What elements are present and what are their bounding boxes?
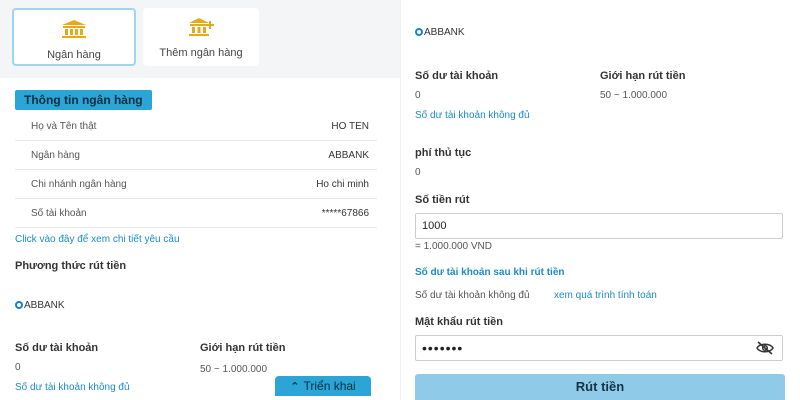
bank-radio-option[interactable]: ABBANK: [15, 300, 65, 311]
radio-selected-icon: [415, 28, 423, 36]
info-label: Số tài khoản: [31, 208, 87, 219]
tab-add-bank[interactable]: Thêm ngân hàng: [143, 8, 259, 66]
bank-info-list: Họ và Tên thật HO TEN Ngân hàng ABBANK C…: [15, 112, 377, 228]
fee-label: phí thủ tục: [415, 147, 472, 159]
right-limit-label: Giới hạn rút tiền: [600, 70, 686, 82]
fee-value: 0: [415, 167, 421, 178]
password-value: •••••••: [422, 340, 464, 356]
after-balance-link[interactable]: Số dư tài khoản sau khi rút tiền: [415, 267, 564, 278]
bank-tabs: Ngân hàng Thêm ngân hàng: [0, 0, 400, 78]
bank-icon: [62, 20, 86, 38]
info-label: Họ và Tên thật: [31, 121, 97, 132]
balance-value: 0: [15, 362, 21, 373]
tab-bank-label: Ngân hàng: [47, 49, 101, 61]
bank-info-button[interactable]: Thông tin ngân hàng: [15, 90, 152, 110]
eye-slash-icon[interactable]: [756, 341, 774, 355]
view-calculation-link[interactable]: xem quá trình tính toán: [554, 290, 657, 301]
info-label: Chi nhánh ngân hàng: [31, 179, 127, 190]
limit-value: 50 ~ 1.000.000: [200, 364, 268, 375]
right-bank-option-label: ABBANK: [424, 27, 465, 38]
add-bank-icon: [189, 18, 214, 36]
info-row-account-number: Số tài khoản *****67866: [15, 199, 377, 228]
info-label: Ngân hàng: [31, 150, 80, 161]
expand-label: Triển khai: [303, 379, 356, 393]
right-bank-radio-option[interactable]: ABBANK: [415, 27, 465, 38]
amount-label: Số tiền rút: [415, 194, 470, 206]
withdraw-method-heading: Phương thức rút tiền: [15, 260, 127, 272]
detail-request-link[interactable]: Click vào đây để xem chi tiết yêu cầu: [15, 234, 180, 245]
info-row-branch: Chi nhánh ngân hàng Ho chi minh: [15, 170, 377, 199]
password-input[interactable]: •••••••: [415, 335, 783, 361]
balance-label: Số dư tài khoản: [15, 342, 99, 354]
right-balance-label: Số dư tài khoản: [415, 70, 499, 82]
after-balance-text: Số dư tài khoản không đủ: [415, 290, 530, 301]
info-row-fullname: Họ và Tên thật HO TEN: [15, 112, 377, 141]
info-value: ABBANK: [328, 150, 369, 161]
info-value: Ho chi minh: [316, 179, 369, 190]
insufficient-balance-link[interactable]: Số dư tài khoản không đủ: [15, 382, 130, 393]
info-row-bank: Ngân hàng ABBANK: [15, 141, 377, 170]
radio-selected-icon: [15, 301, 23, 309]
amount-input[interactable]: 1000: [415, 213, 783, 239]
limit-label: Giới hạn rút tiền: [200, 342, 286, 354]
right-balance-value: 0: [415, 90, 421, 101]
amount-converted: = 1.000.000 VND: [415, 241, 492, 252]
info-value: HO TEN: [331, 121, 369, 132]
expand-button[interactable]: ⌃ Triển khai: [275, 376, 371, 396]
password-label: Mật khẩu rút tiền: [415, 316, 504, 328]
tab-bank[interactable]: Ngân hàng: [12, 8, 136, 66]
right-limit-value: 50 ~ 1.000.000: [600, 90, 668, 101]
right-insufficient-balance-link[interactable]: Số dư tài khoản không đủ: [415, 110, 530, 121]
info-value: *****67866: [321, 208, 369, 219]
withdraw-submit-button[interactable]: Rút tiền: [415, 374, 785, 400]
chevron-up-icon: ⌃: [290, 381, 300, 393]
bank-option-label: ABBANK: [24, 300, 65, 311]
tab-add-bank-label: Thêm ngân hàng: [159, 47, 243, 59]
left-panel: Ngân hàng Thêm ngân hàng Thông tin ngân …: [0, 0, 400, 400]
